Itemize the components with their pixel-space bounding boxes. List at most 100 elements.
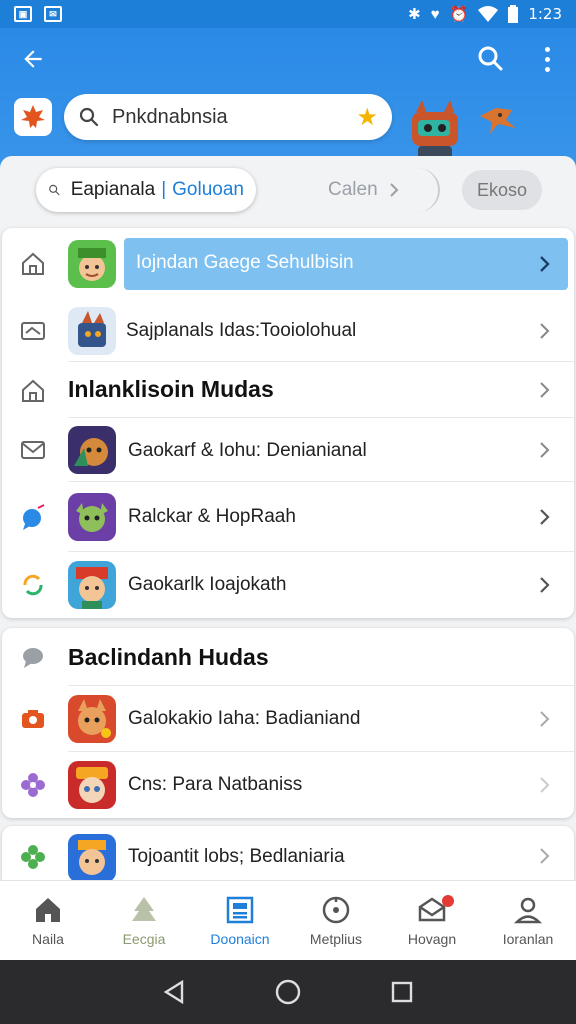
- gallery-notification-icon: ▣: [14, 6, 32, 22]
- list-item-label: Iojndan Gaege Sehulbisin: [136, 252, 354, 273]
- flower-icon: [18, 770, 48, 800]
- search-icon: [49, 184, 60, 196]
- nav-item-explore[interactable]: Eecgia: [96, 881, 192, 960]
- chevron-right-icon: [540, 509, 550, 525]
- app-logo[interactable]: [14, 98, 52, 136]
- list-item-label: Ralckar & HopRaah: [128, 506, 296, 527]
- home-icon: [18, 249, 48, 279]
- list-item[interactable]: Gaokarf & Iohu: Denianianal: [2, 418, 574, 482]
- grid-icon: [226, 896, 254, 923]
- nav-item-downloads[interactable]: Doonaicn: [192, 881, 288, 960]
- chevron-right-icon: [540, 848, 550, 864]
- nav-item-profile[interactable]: Ioranlan: [480, 881, 576, 960]
- arrow-back-icon: [24, 50, 42, 68]
- game-thumbnail: [68, 834, 116, 882]
- bottom-navigation: Naila Eecgia Doonaicn Metplius Hovagn Io…: [0, 880, 576, 960]
- list-item[interactable]: Galokakio Iaha: Badianiand: [2, 686, 574, 752]
- mail-notification-icon: ✉: [44, 6, 62, 22]
- main-panel: Eapianala | Goluoan Calen Ekoso Iojndan …: [0, 156, 576, 882]
- system-navigation-bar: [0, 960, 576, 1024]
- list-item-label: Sajplanals Idas:Tooiolohual: [126, 320, 357, 341]
- list-item[interactable]: Iojndan Gaege Sehulbisin: [2, 228, 574, 300]
- chip-next[interactable]: Calen: [320, 168, 440, 212]
- list-item[interactable]: Gaokarlk Ioajokath: [2, 552, 574, 618]
- home-icon: [36, 897, 60, 922]
- list-item[interactable]: Sajplanals Idas:Tooiolohual: [2, 300, 574, 362]
- nav-item-label: Naila: [32, 930, 64, 947]
- search-field[interactable]: Pnkdnabnsia ★: [64, 94, 392, 140]
- nav-item-label: Ioranlan: [502, 930, 554, 947]
- nav-item-label: Eecgia: [122, 930, 166, 947]
- fox-mascot-icon: [480, 108, 516, 134]
- nav-item-label: Hovagn: [407, 930, 457, 947]
- list-item-label: Cns: Para Natbaniss: [128, 774, 303, 795]
- chip-other[interactable]: Ekoso: [462, 170, 542, 210]
- chevron-right-icon: [540, 711, 550, 727]
- chip-active-sublabel: Goluoan: [172, 179, 244, 200]
- chevron-right-icon: [540, 777, 550, 793]
- chevron-right-icon: [540, 323, 550, 339]
- mail-icon: [18, 316, 48, 346]
- list-item-label: Gaokarf & Iohu: Denianianal: [128, 440, 367, 461]
- game-thumbnail: [68, 493, 116, 541]
- maple-leaf-icon: [21, 105, 45, 128]
- game-thumbnail: [68, 240, 116, 288]
- chip-active-label: Eapianala: [70, 179, 156, 200]
- recents-square-icon[interactable]: [390, 980, 414, 1004]
- chip-next-label: Calen: [328, 179, 378, 200]
- appbar-search-button[interactable]: [474, 42, 508, 76]
- home-circle-icon[interactable]: [274, 978, 302, 1006]
- person-icon: [513, 897, 543, 923]
- star-icon[interactable]: ★: [356, 103, 378, 132]
- search-icon: [79, 107, 99, 127]
- clover-icon: [18, 842, 48, 872]
- chat-icon: [18, 642, 48, 672]
- list-item-label: Gaokarlk Ioajokath: [128, 574, 287, 595]
- chip-active[interactable]: Eapianala | Goluoan: [36, 168, 256, 212]
- camera-icon: [18, 704, 48, 734]
- nav-item-inbox[interactable]: Hovagn: [384, 881, 480, 960]
- search-input[interactable]: Pnkdnabnsia: [112, 106, 356, 129]
- list-item[interactable]: Ralckar & HopRaah: [2, 482, 574, 552]
- mail-icon: [18, 435, 48, 465]
- list-item[interactable]: Cns: Para Natbaniss: [2, 752, 574, 818]
- chat-bubble-icon: [18, 502, 48, 532]
- chevron-right-icon: [540, 442, 550, 458]
- section-title: Baclindanh Hudas: [68, 644, 269, 670]
- more-dot-icon: [544, 66, 550, 72]
- more-dot-icon: [544, 56, 550, 62]
- list-item[interactable]: Inlanklisoin Mudas: [2, 362, 574, 418]
- section-card-3: Tojoantit lobs; Bedlaniaria: [2, 826, 574, 882]
- chevron-right-icon: [540, 382, 550, 398]
- wifi-icon: [478, 6, 499, 22]
- game-thumbnail: [68, 561, 116, 609]
- home-icon: [18, 376, 48, 406]
- game-thumbnail: [68, 426, 116, 474]
- list-item-label: Inlanklisoin Mudas: [68, 376, 274, 402]
- nav-item-label: Doonaicn: [210, 930, 270, 947]
- tree-icon: [132, 896, 156, 921]
- section-header: Baclindanh Hudas: [2, 628, 574, 686]
- section-card-1: Iojndan Gaege Sehulbisin Sajplanals Idas…: [2, 228, 574, 618]
- list-item-label: Tojoantit lobs; Bedlaniaria: [128, 846, 345, 867]
- clock: 1:23: [528, 5, 562, 23]
- search-icon: [478, 46, 503, 71]
- nav-item-home[interactable]: Naila: [0, 881, 96, 960]
- more-options-button[interactable]: [532, 42, 562, 76]
- section-card-2: Baclindanh Hudas Galokakio Iaha: Badiani…: [2, 628, 574, 818]
- nav-item-metrics[interactable]: Metplius: [288, 881, 384, 960]
- chevron-right-icon: [540, 577, 550, 593]
- filter-chips: Eapianala | Goluoan Calen Ekoso: [0, 156, 576, 226]
- compass-icon: [322, 896, 350, 923]
- refresh-icon: [18, 570, 48, 600]
- more-dot-icon: [544, 46, 550, 52]
- back-button[interactable]: [16, 42, 50, 76]
- game-thumbnail: [68, 307, 116, 355]
- chip-separator: |: [161, 179, 167, 200]
- back-triangle-icon[interactable]: [162, 979, 186, 1005]
- location-icon: ♥: [430, 5, 440, 23]
- status-bar: ▣ ✉ ✱ ♥ ⏰ 1:23: [0, 0, 576, 28]
- chevron-right-icon: [389, 183, 399, 197]
- list-item[interactable]: Tojoantit lobs; Bedlaniaria: [2, 826, 574, 882]
- notification-badge: [442, 895, 454, 907]
